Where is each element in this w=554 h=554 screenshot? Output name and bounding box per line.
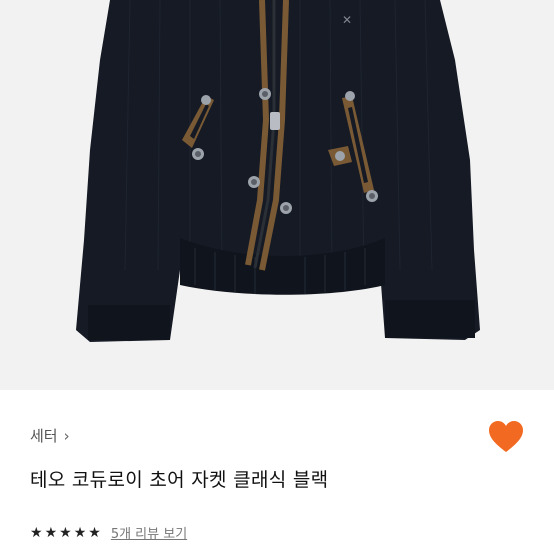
svg-text:✕: ✕ <box>342 13 352 27</box>
star-icon: ★ <box>88 524 101 541</box>
product-image[interactable]: ✕ <box>0 0 554 390</box>
wishlist-button[interactable] <box>488 420 524 454</box>
brand-name: 세터 <box>30 427 58 445</box>
chevron-right-icon: › <box>63 426 70 445</box>
star-icon: ★ <box>73 524 87 541</box>
jacket-photo: ✕ <box>0 0 554 390</box>
brand-link[interactable]: 세터 › <box>30 425 70 446</box>
rating-stars: ★ ★ ★ ★ ★ <box>30 526 101 540</box>
star-icon: ★ <box>59 524 72 541</box>
star-icon: ★ <box>30 524 43 541</box>
product-title: 테오 코듀로이 초어 자켓 클래식 블랙 <box>30 469 329 491</box>
review-link[interactable]: 5개 리뷰 보기 <box>111 523 187 542</box>
rating-summary: ★ ★ ★ ★ ★ 5개 리뷰 보기 <box>30 523 187 543</box>
star-icon: ★ <box>44 524 58 541</box>
heart-icon <box>489 421 523 452</box>
